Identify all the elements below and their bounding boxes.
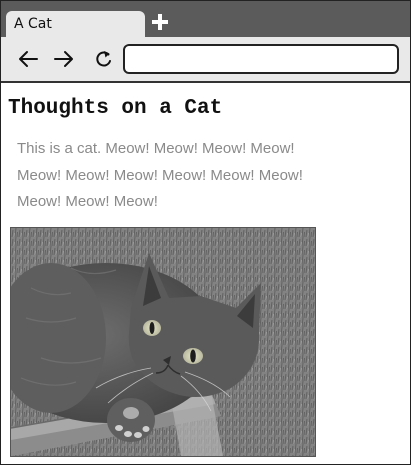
tab-strip: A Cat xyxy=(1,1,410,37)
page-title: Thoughts on a Cat xyxy=(8,97,223,120)
address-bar[interactable] xyxy=(123,44,399,74)
plus-icon[interactable] xyxy=(151,13,169,31)
back-arrow-icon[interactable] xyxy=(17,48,39,70)
forward-arrow-icon[interactable] xyxy=(53,48,75,70)
tab-a-cat[interactable]: A Cat xyxy=(6,11,145,37)
reload-icon[interactable] xyxy=(93,48,115,70)
browser-window: A Cat Thoughts on a Cat This is a cat. M… xyxy=(0,0,411,465)
cat-illustration xyxy=(11,228,315,456)
page-paragraph: This is a cat. Meow! Meow! Meow! Meow! M… xyxy=(17,140,303,210)
tab-title: A Cat xyxy=(14,16,52,32)
browser-toolbar xyxy=(1,37,410,83)
cat-photo xyxy=(10,227,316,457)
page-content: Thoughts on a Cat This is a cat. Meow! M… xyxy=(1,83,410,464)
